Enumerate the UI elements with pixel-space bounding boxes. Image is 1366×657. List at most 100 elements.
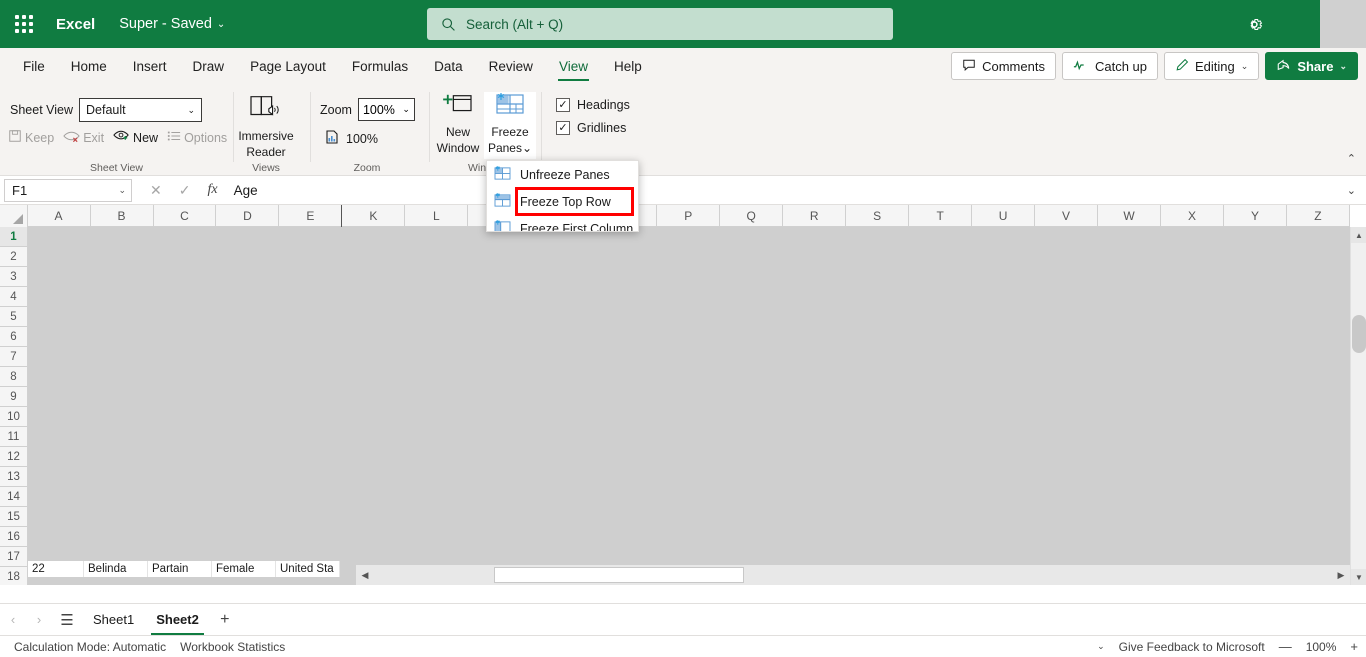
scroll-right-button[interactable]: ▶ bbox=[1332, 565, 1350, 585]
new-window-button[interactable]: New Window bbox=[434, 92, 482, 155]
tab-view[interactable]: View bbox=[546, 49, 601, 83]
zoom-out-button[interactable]: — bbox=[1279, 639, 1292, 654]
tab-formulas[interactable]: Formulas bbox=[339, 49, 421, 83]
row-header-18[interactable]: 18 bbox=[0, 567, 28, 585]
all-sheets-menu-icon[interactable]: ☰ bbox=[52, 611, 82, 629]
column-header-K[interactable]: K bbox=[342, 205, 406, 227]
column-header-X[interactable]: X bbox=[1161, 205, 1224, 227]
sheet-view-select[interactable]: Default ⌄ bbox=[79, 98, 203, 122]
keep-button[interactable]: Keep bbox=[8, 129, 54, 146]
tab-home[interactable]: Home bbox=[58, 49, 120, 83]
row-header-4[interactable]: 4 bbox=[0, 287, 28, 307]
horizontal-scrollbar[interactable]: ◀ ▶ bbox=[356, 565, 1350, 585]
row-header-14[interactable]: 14 bbox=[0, 487, 28, 507]
row-header-6[interactable]: 6 bbox=[0, 327, 28, 347]
column-header-A[interactable]: A bbox=[28, 205, 91, 227]
zoom-level-label[interactable]: 100% bbox=[1306, 640, 1337, 654]
calculation-mode-label[interactable]: Calculation Mode: Automatic bbox=[14, 640, 166, 654]
share-button[interactable]: Share ⌄ bbox=[1265, 52, 1358, 80]
tab-insert[interactable]: Insert bbox=[120, 49, 180, 83]
sheet-tab-sheet1[interactable]: Sheet1 bbox=[82, 604, 145, 636]
column-header-E[interactable]: E bbox=[279, 205, 343, 227]
zoom-select[interactable]: 100% ⌄ bbox=[357, 98, 415, 121]
menu-item-freeze-top-row-row[interactable]: Freeze Top Row bbox=[487, 188, 638, 215]
exit-button[interactable]: Exit bbox=[63, 129, 104, 146]
sheet-tab-sheet2[interactable]: Sheet2 bbox=[145, 604, 210, 636]
row-header-7[interactable]: 7 bbox=[0, 347, 28, 367]
row-header-16[interactable]: 16 bbox=[0, 527, 28, 547]
confirm-icon[interactable]: ✓ bbox=[179, 182, 191, 199]
tab-page-layout[interactable]: Page Layout bbox=[237, 49, 339, 83]
immersive-reader-button[interactable]: Immersive Reader bbox=[234, 92, 298, 159]
scroll-left-button[interactable]: ◀ bbox=[356, 565, 374, 585]
zoom-in-button[interactable]: + bbox=[1350, 639, 1358, 654]
feedback-link[interactable]: Give Feedback to Microsoft bbox=[1119, 640, 1265, 654]
column-header-Y[interactable]: Y bbox=[1224, 205, 1287, 227]
row-header-15[interactable]: 15 bbox=[0, 507, 28, 527]
scroll-down-button[interactable]: ▼ bbox=[1351, 569, 1366, 585]
row-header-5[interactable]: 5 bbox=[0, 307, 28, 327]
catch-up-button[interactable]: Catch up bbox=[1061, 52, 1159, 80]
workbook-statistics-label[interactable]: Workbook Statistics bbox=[180, 640, 285, 654]
collapse-ribbon-button[interactable]: ⌃ bbox=[1347, 152, 1356, 165]
previous-sheet-button[interactable]: ‹ bbox=[0, 612, 26, 627]
freeze-panes-button[interactable]: Freeze Panes⌄ bbox=[484, 92, 536, 159]
column-header-S[interactable]: S bbox=[846, 205, 910, 227]
row-header-9[interactable]: 9 bbox=[0, 387, 28, 407]
column-header-U[interactable]: U bbox=[972, 205, 1036, 227]
row-header-17[interactable]: 17 bbox=[0, 547, 28, 567]
tab-draw[interactable]: Draw bbox=[180, 49, 238, 83]
tab-file[interactable]: File bbox=[10, 49, 58, 83]
tab-data[interactable]: Data bbox=[421, 49, 476, 83]
formula-input[interactable]: Age bbox=[234, 183, 1347, 198]
next-sheet-button[interactable]: › bbox=[26, 612, 52, 627]
tab-review[interactable]: Review bbox=[476, 49, 546, 83]
column-header-L[interactable]: L bbox=[405, 205, 469, 227]
chevron-down-icon[interactable]: ⌄ bbox=[1097, 641, 1105, 652]
column-header-Z[interactable]: Z bbox=[1287, 205, 1350, 227]
column-header-C[interactable]: C bbox=[154, 205, 217, 227]
column-header-W[interactable]: W bbox=[1098, 205, 1161, 227]
headings-checkbox[interactable]: ✓ Headings bbox=[556, 98, 630, 112]
gridlines-checkbox[interactable]: ✓ Gridlines bbox=[556, 121, 630, 135]
column-header-R[interactable]: R bbox=[783, 205, 847, 227]
column-header-D[interactable]: D bbox=[216, 205, 280, 227]
comments-button[interactable]: Comments bbox=[951, 52, 1056, 80]
vertical-scrollbar[interactable]: ▲ ▼ bbox=[1350, 227, 1366, 585]
select-all-corner[interactable] bbox=[0, 205, 28, 227]
options-button[interactable]: Options bbox=[167, 129, 227, 146]
cancel-icon[interactable]: ✕ bbox=[150, 182, 162, 199]
menu-item-freeze-first-column[interactable]: Freeze First Column bbox=[487, 215, 638, 231]
insert-function-icon[interactable]: fx bbox=[207, 182, 217, 198]
row-header-10[interactable]: 10 bbox=[0, 407, 28, 427]
vertical-scroll-thumb[interactable] bbox=[1352, 315, 1366, 353]
app-name-label[interactable]: Excel bbox=[56, 16, 95, 33]
menu-item-unfreeze-panes[interactable]: Unfreeze Panes bbox=[487, 161, 638, 188]
column-header-Q[interactable]: Q bbox=[720, 205, 784, 227]
search-input[interactable]: Search (Alt + Q) bbox=[427, 8, 893, 40]
expand-formula-bar-button[interactable]: ⌄ bbox=[1347, 184, 1356, 197]
name-box[interactable]: F1 ⌄ bbox=[4, 178, 132, 202]
tab-help[interactable]: Help bbox=[601, 49, 655, 83]
gear-icon[interactable] bbox=[1242, 12, 1266, 36]
scroll-up-button[interactable]: ▲ bbox=[1351, 227, 1366, 243]
row-header-3[interactable]: 3 bbox=[0, 267, 28, 287]
horizontal-scroll-thumb[interactable] bbox=[494, 567, 744, 583]
document-title[interactable]: Super - Saved ⌄ bbox=[119, 16, 225, 32]
row-header-2[interactable]: 2 bbox=[0, 247, 28, 267]
zoom-100-button[interactable]: 100% bbox=[324, 129, 378, 148]
column-header-P[interactable]: P bbox=[657, 205, 721, 227]
row-header-13[interactable]: 13 bbox=[0, 467, 28, 487]
column-header-V[interactable]: V bbox=[1035, 205, 1099, 227]
app-launcher-icon[interactable] bbox=[0, 0, 48, 48]
column-header-B[interactable]: B bbox=[91, 205, 154, 227]
row-header-8[interactable]: 8 bbox=[0, 367, 28, 387]
row-header-12[interactable]: 12 bbox=[0, 447, 28, 467]
row-header-11[interactable]: 11 bbox=[0, 427, 28, 447]
cell-area[interactable]: 22 Belinda Partain Female United Sta bbox=[28, 227, 1350, 585]
new-sheet-view-button[interactable]: New bbox=[113, 129, 158, 146]
editing-button[interactable]: Editing ⌄ bbox=[1164, 52, 1260, 80]
column-header-T[interactable]: T bbox=[909, 205, 973, 227]
row-header-1[interactable]: 1 bbox=[0, 227, 28, 247]
add-sheet-button[interactable]: + bbox=[210, 611, 240, 629]
